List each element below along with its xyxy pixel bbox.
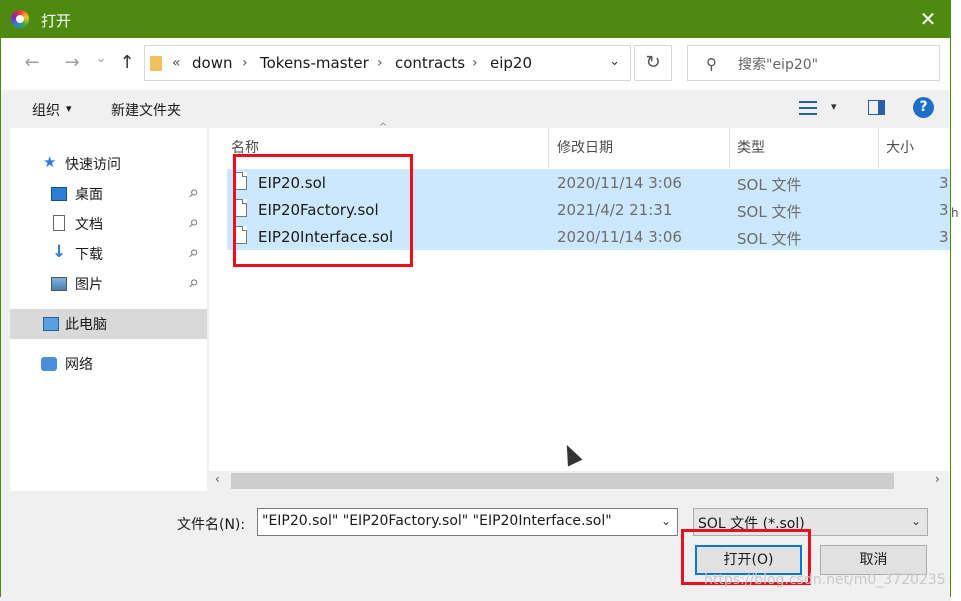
- watermark-text: https://blog.csdn.net/m0_3720235: [704, 572, 946, 588]
- breadcrumb-overflow-icon[interactable]: «: [172, 55, 181, 71]
- view-options-icon[interactable]: [799, 100, 817, 116]
- recent-locations-icon[interactable]: ⌄: [90, 48, 112, 70]
- sidebar-item-label: 此电脑: [65, 317, 107, 333]
- download-icon: ↓: [52, 242, 67, 262]
- picture-icon: [51, 277, 67, 291]
- column-divider[interactable]: [878, 128, 879, 168]
- sidebar-item-label: 图片: [75, 277, 103, 293]
- background-window-edge: [951, 0, 961, 601]
- desktop-icon: [51, 187, 67, 201]
- search-box[interactable]: ⚲ 搜索"eip20": [687, 45, 940, 81]
- file-type: SOL 文件: [737, 176, 802, 194]
- file-size: 3: [939, 228, 949, 246]
- help-icon[interactable]: ?: [913, 97, 934, 118]
- breadcrumb-separator-icon[interactable]: ›: [377, 55, 383, 71]
- back-arrow-icon[interactable]: ←: [21, 52, 43, 74]
- file-size: 3: [939, 174, 949, 192]
- network-icon: [41, 357, 57, 371]
- title-bar: 打开 ✕: [1, 1, 950, 38]
- file-date: 2020/11/14 3:06: [557, 174, 682, 192]
- scroll-right-icon[interactable]: ›: [935, 472, 940, 486]
- breadcrumb-separator-icon[interactable]: ›: [472, 55, 478, 71]
- chevron-down-icon[interactable]: ⌄: [911, 514, 921, 528]
- column-divider[interactable]: [548, 128, 549, 168]
- file-type: SOL 文件: [737, 230, 802, 248]
- refresh-icon[interactable]: ↻: [634, 45, 672, 81]
- document-icon: [53, 215, 65, 231]
- sidebar-item-label: 网络: [65, 357, 93, 373]
- command-toolbar: 组织 ▾ 新建文件夹 ▾ ?: [1, 90, 950, 128]
- cancel-button[interactable]: 取消: [820, 545, 927, 575]
- pin-icon[interactable]: ⚲: [186, 246, 201, 261]
- sidebar-item-pictures[interactable]: 图片 ⚲: [10, 269, 207, 299]
- close-icon[interactable]: ✕: [916, 6, 940, 32]
- window-title: 打开: [41, 12, 72, 30]
- search-placeholder: 搜索"eip20": [738, 57, 819, 73]
- new-folder-button[interactable]: 新建文件夹: [111, 100, 181, 120]
- filename-label: 文件名(N):: [177, 517, 246, 533]
- file-date: 2020/11/14 3:06: [557, 228, 682, 246]
- folder-icon: [150, 56, 162, 71]
- pin-icon[interactable]: ⚲: [186, 186, 201, 201]
- sort-ascending-icon: ^: [379, 122, 388, 133]
- breadcrumb-contracts[interactable]: contracts: [395, 54, 465, 72]
- organize-button[interactable]: 组织: [32, 100, 60, 120]
- file-size: 3: [939, 201, 949, 219]
- horizontal-scrollbar[interactable]: ‹ ›: [209, 471, 950, 491]
- open-file-dialog: 打开 ✕ ← → ⌄ ↑ « down › Tokens-master › co…: [0, 0, 951, 598]
- scrollbar-thumb[interactable]: [231, 473, 894, 489]
- scroll-left-icon[interactable]: ‹: [215, 472, 220, 486]
- navigation-bar: ← → ⌄ ↑ « down › Tokens-master › contrac…: [1, 38, 950, 90]
- search-icon: ⚲: [706, 55, 717, 73]
- computer-icon: [43, 317, 59, 331]
- sidebar-item-label: 文档: [75, 217, 103, 233]
- sidebar-item-label: 桌面: [75, 187, 103, 203]
- file-type: SOL 文件: [737, 203, 802, 221]
- sidebar-item-network[interactable]: 网络: [10, 349, 207, 379]
- filename-combobox[interactable]: "EIP20.sol" "EIP20Factory.sol" "EIP20Int…: [257, 508, 678, 536]
- background-text-fragment: h: [951, 206, 959, 220]
- breadcrumb-tokens-master[interactable]: Tokens-master: [260, 54, 369, 72]
- column-divider[interactable]: [729, 128, 730, 168]
- up-arrow-icon[interactable]: ↑: [116, 52, 138, 74]
- sidebar-item-label: 下载: [75, 247, 103, 263]
- highlight-box-files: [233, 154, 413, 267]
- breadcrumb-separator-icon[interactable]: ›: [242, 55, 248, 71]
- sidebar-item-documents[interactable]: 文档 ⚲: [10, 209, 207, 239]
- chevron-down-icon[interactable]: ⌄: [661, 514, 671, 528]
- forward-arrow-icon[interactable]: →: [61, 52, 83, 74]
- sidebar-item-quick-access[interactable]: ★ 快速访问: [10, 149, 207, 179]
- pin-icon[interactable]: ⚲: [186, 276, 201, 291]
- star-icon: ★: [43, 153, 57, 171]
- sidebar-item-desktop[interactable]: 桌面 ⚲: [10, 179, 207, 209]
- breadcrumb-eip20[interactable]: eip20: [490, 54, 532, 72]
- preview-pane-icon[interactable]: [868, 100, 885, 115]
- navigation-pane: ★ 快速访问 桌面 ⚲ 文档 ⚲ ↓ 下载 ⚲ 图片 ⚲ 此电脑 网络: [10, 128, 207, 491]
- file-list: ^ 名称 修改日期 类型 大小 EIP20.sol 2020/11/14 3:0…: [209, 122, 950, 491]
- view-dropdown-icon[interactable]: ▾: [831, 100, 837, 113]
- pin-icon[interactable]: ⚲: [186, 216, 201, 231]
- address-bar[interactable]: « down › Tokens-master › contracts › eip…: [144, 45, 631, 81]
- file-date: 2021/4/2 21:31: [557, 201, 673, 219]
- breadcrumb-down[interactable]: down: [192, 54, 232, 72]
- sidebar-item-label: 快速访问: [65, 157, 121, 173]
- address-history-dropdown-icon[interactable]: ⌄: [609, 54, 620, 69]
- filename-value[interactable]: "EIP20.sol" "EIP20Factory.sol" "EIP20Int…: [262, 513, 612, 529]
- organize-caret-icon[interactable]: ▾: [66, 102, 72, 115]
- browser-app-icon: [11, 10, 29, 28]
- sidebar-item-this-pc[interactable]: 此电脑: [10, 309, 207, 339]
- sidebar-item-downloads[interactable]: ↓ 下载 ⚲: [10, 239, 207, 269]
